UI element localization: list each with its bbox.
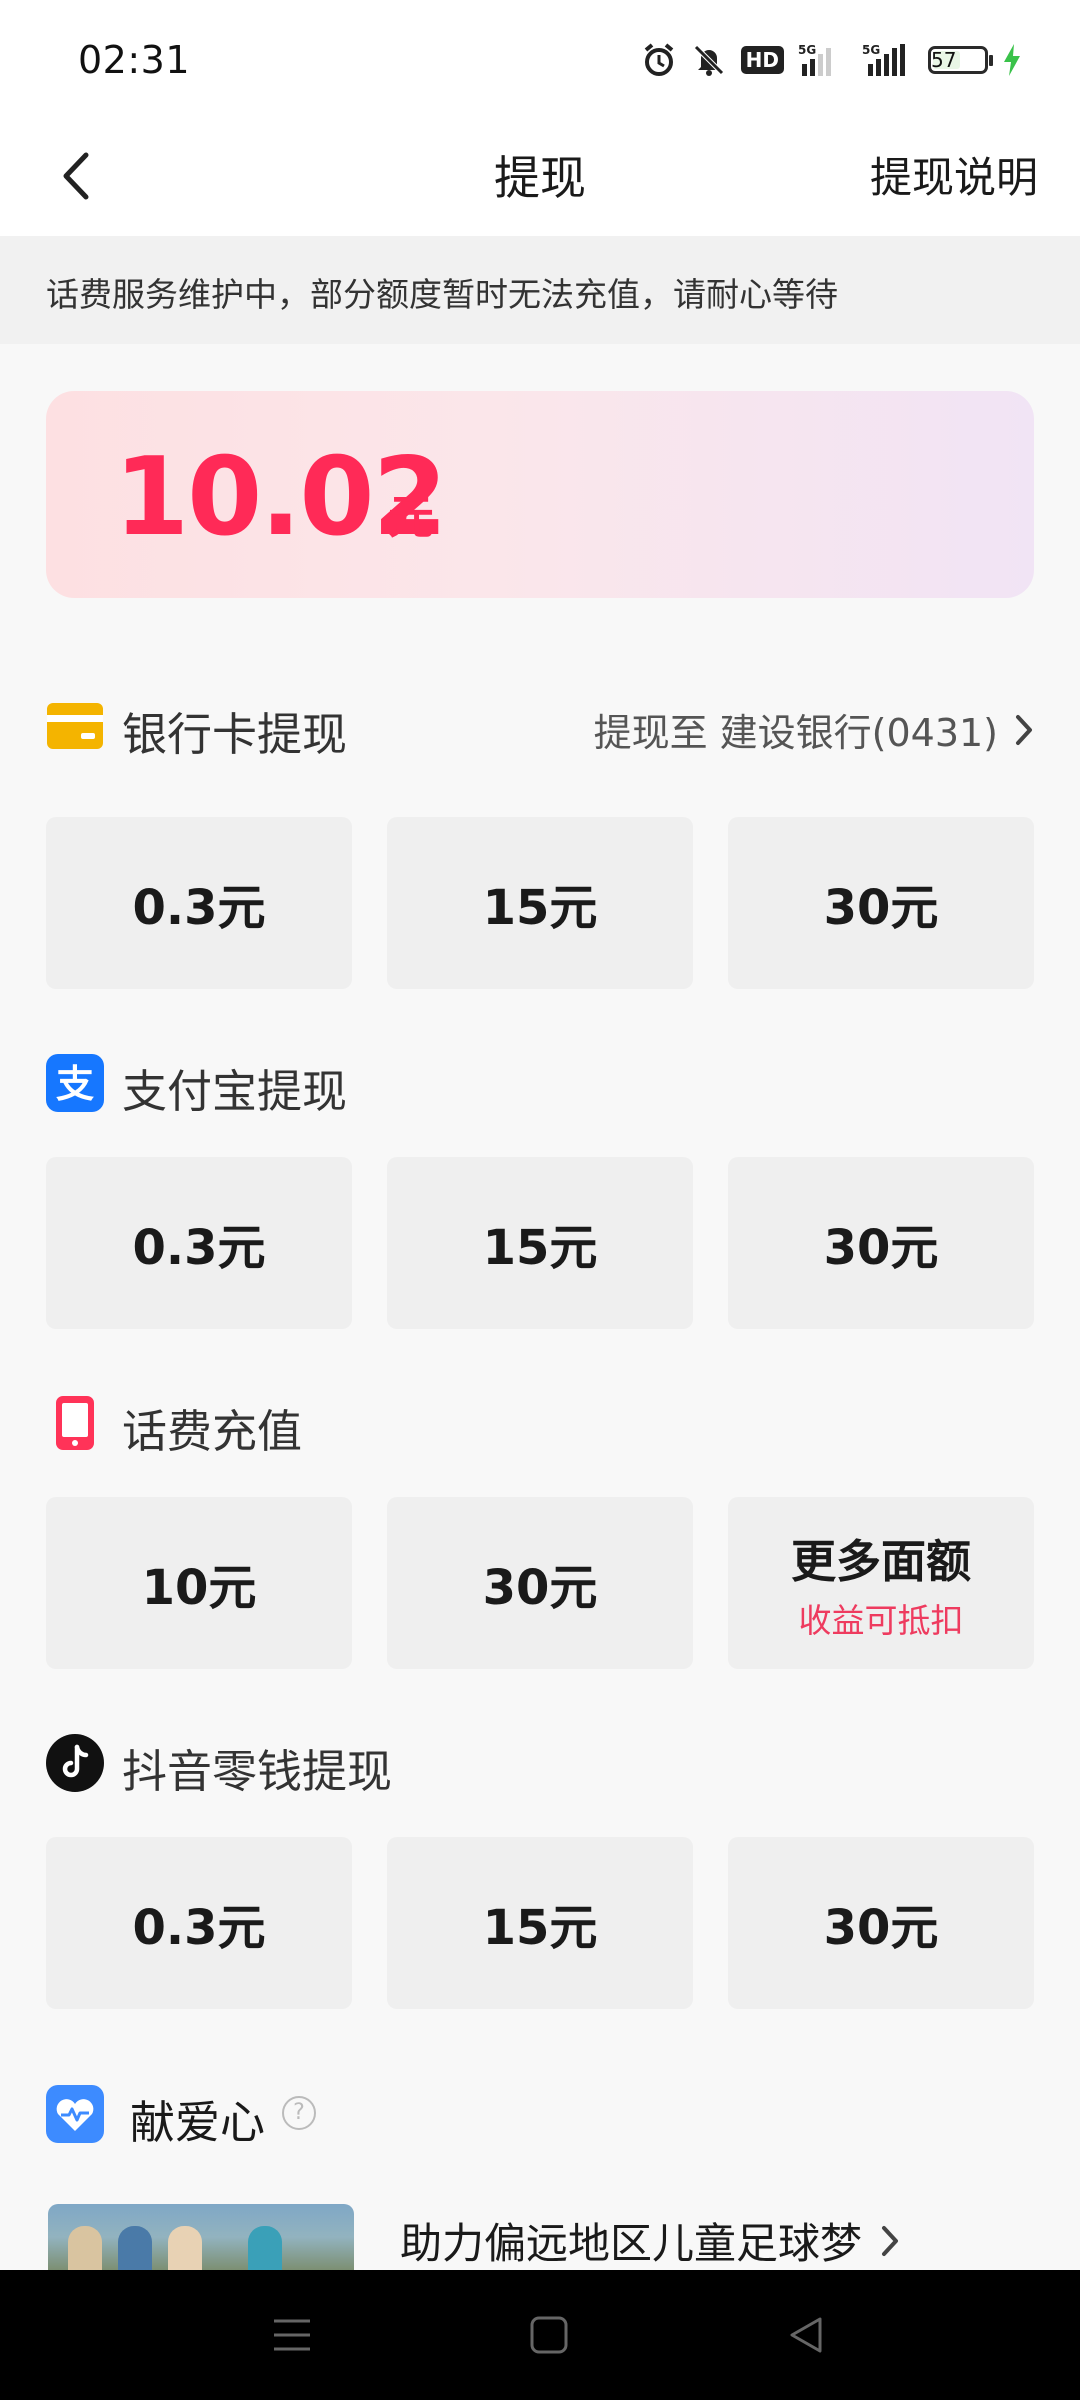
option-label: 30元 [823,880,939,936]
option-label: 0.3元 [132,1900,266,1956]
bank-option[interactable]: 30元 [728,817,1034,989]
douyin-section-title: 抖音零钱提现 [122,1745,393,1798]
thumb-figure [68,2226,102,2270]
alipay-option[interactable]: 30元 [728,1157,1034,1329]
option-label: 10元 [141,1560,257,1616]
battery-indicator: 57 [928,46,993,74]
help-icon[interactable]: ? [282,2096,316,2130]
option-label: 15元 [482,880,598,936]
phone-icon [46,1394,104,1452]
alipay-options: 0.3元 15元 30元 [46,1157,1034,1329]
option-label: 更多面额 [790,1534,971,1588]
alipay-icon: 支 [46,1054,104,1112]
bank-options: 0.3元 15元 30元 [46,817,1034,989]
back-triangle-icon [790,2317,822,2353]
option-sub-label: 收益可抵扣 [798,1600,964,1640]
svg-text:5G: 5G [862,43,880,57]
option-label: 0.3元 [132,1220,266,1276]
status-time: 02:31 [78,38,191,82]
phone-option[interactable]: 10元 [46,1497,352,1669]
balance-card: 10.02 元 [46,391,1034,598]
signal-icon-1: 5G [798,42,844,78]
phone-option[interactable]: 30元 [387,1497,693,1669]
phone-more-option[interactable]: 更多面额 收益可抵扣 [728,1497,1034,1669]
thumb-figure [248,2226,282,2270]
bank-section-header: 银行卡提现 提现至 建设银行(0431) [46,690,1034,761]
bank-target-selector[interactable]: 提现至 建设银行(0431) [594,702,1034,757]
donation-item[interactable]: 助力偏远地区儿童足球梦 [400,2210,900,2271]
phone-section-title: 话费充值 [122,1405,303,1458]
alarm-icon [641,42,677,78]
notice-text: 话费服务维护中，部分额度暂时无法充值，请耐心等待 [46,275,838,314]
balance-unit: 元 [388,490,434,544]
bank-section-title: 银行卡提现 [122,708,348,761]
withdraw-instructions-link[interactable]: 提现说明 [870,144,1038,205]
douyin-section-header: 抖音零钱提现 [46,1727,1034,1798]
option-label: 30元 [823,1900,939,1956]
donation-thumbnail[interactable] [48,2204,354,2270]
thumb-figure [168,2226,202,2270]
chevron-right-icon [882,2225,899,2256]
phone-options: 10元 30元 更多面额 收益可抵扣 [46,1497,1034,1669]
chevron-right-icon [1016,714,1032,745]
menu-icon [274,2319,310,2351]
alipay-section-title: 支付宝提现 [122,1065,348,1118]
douyin-option[interactable]: 15元 [387,1837,693,2009]
svg-text:5G: 5G [798,43,816,57]
option-label: 30元 [823,1220,939,1276]
signal-icon-2: 5G [858,42,914,78]
heart-chart-icon [46,2085,104,2143]
nav-bar: 提现 提现说明 [0,118,1080,236]
bank-option[interactable]: 0.3元 [46,817,352,989]
home-button[interactable] [519,2310,579,2360]
douyin-icon [46,1734,104,1792]
status-icons: HD 5G 5G 57 [641,40,1022,80]
status-bar: 02:31 HD 5G 5G 57 [0,0,1080,118]
home-square-icon [530,2316,568,2354]
donate-section-title: 献爱心 [130,2096,266,2149]
back-system-button[interactable] [776,2310,836,2360]
thumb-figure [118,2226,152,2270]
menu-button[interactable] [262,2310,322,2360]
option-label: 15元 [482,1220,598,1276]
donation-item-title: 助力偏远地区儿童足球梦 [400,2219,863,2268]
donate-section-header: 献爱心 ? [46,2078,1034,2149]
svg-text:支: 支 [56,1062,94,1106]
maintenance-notice: 话费服务维护中，部分额度暂时无法充值，请耐心等待 [0,236,1080,344]
bank-target-text: 提现至 建设银行(0431) [593,711,998,755]
douyin-option[interactable]: 0.3元 [46,1837,352,2009]
system-nav-bar [0,2270,1080,2400]
bank-option[interactable]: 15元 [387,817,693,989]
mute-bell-icon [691,42,727,78]
phone-section-header: 话费充值 [46,1387,1034,1458]
option-label: 30元 [482,1560,598,1616]
battery-percent: 57 [931,48,957,72]
option-label: 0.3元 [132,880,266,936]
alipay-option[interactable]: 0.3元 [46,1157,352,1329]
alipay-section-header: 支 支付宝提现 [46,1047,1034,1118]
hd-badge: HD [740,46,784,74]
douyin-option[interactable]: 30元 [728,1837,1034,2009]
douyin-options: 0.3元 15元 30元 [46,1837,1034,2009]
option-label: 15元 [482,1900,598,1956]
charging-icon [1002,42,1022,78]
alipay-option[interactable]: 15元 [387,1157,693,1329]
bank-card-icon [46,697,104,755]
